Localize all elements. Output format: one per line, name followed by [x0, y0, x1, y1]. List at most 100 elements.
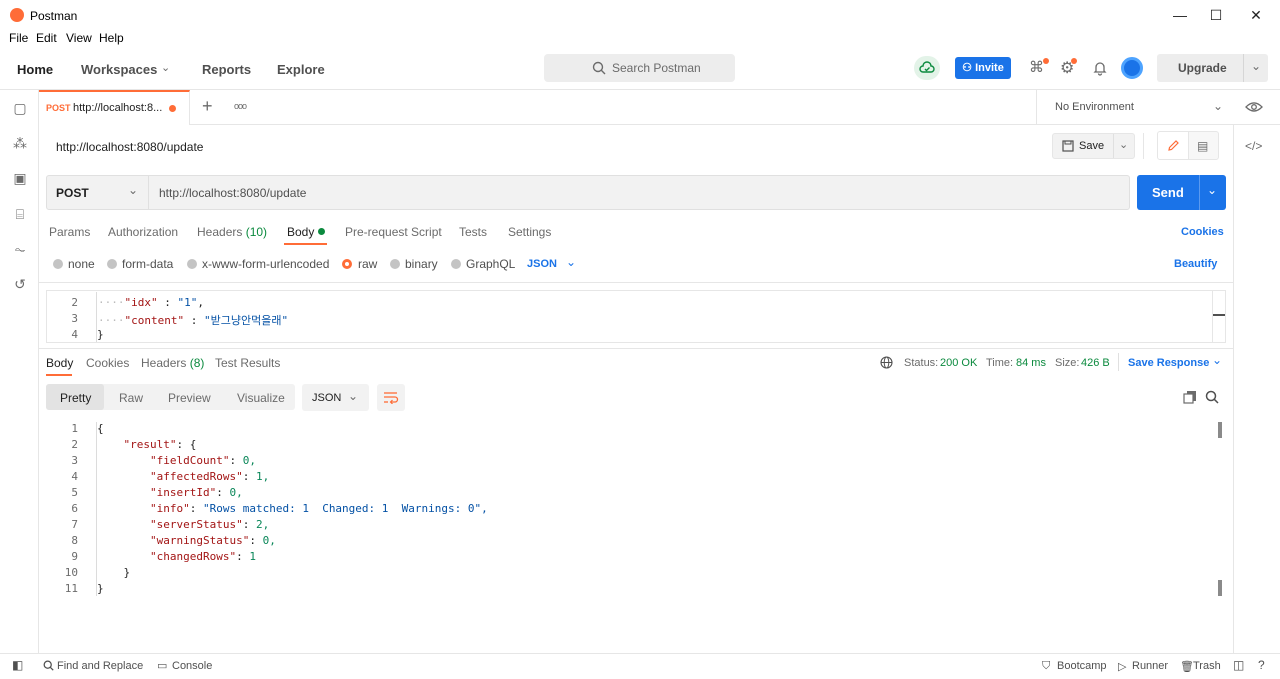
json-value: "받그냥안먹을래"	[203, 314, 289, 327]
apis-icon[interactable]: ⁂	[11, 134, 29, 152]
trash-button[interactable]: Trash	[1193, 660, 1221, 672]
close-button[interactable]: ✕	[1236, 2, 1276, 28]
console-button[interactable]: Console	[172, 660, 212, 672]
environments-icon[interactable]: ▣	[11, 169, 29, 187]
view-raw[interactable]: Raw	[119, 391, 143, 405]
method-select[interactable]: POST ⌄	[46, 175, 149, 210]
nav-workspaces[interactable]: Workspaces	[81, 62, 157, 77]
json-value: "1"	[177, 296, 198, 309]
tab-headers[interactable]: Headers (10)	[197, 225, 267, 239]
line-number: 5	[71, 486, 78, 499]
bell-icon[interactable]	[1092, 60, 1108, 76]
save-button[interactable]: Save ⌄	[1052, 133, 1135, 159]
globe-icon[interactable]	[880, 356, 893, 369]
code-line: "insertId": 0,	[149, 486, 243, 499]
help-icon[interactable]: ?	[1258, 658, 1265, 672]
eye-icon[interactable]	[1245, 101, 1263, 113]
avatar[interactable]	[1121, 57, 1143, 79]
line-number: 1	[71, 422, 78, 435]
tab-settings[interactable]: Settings	[508, 225, 551, 239]
menu-help[interactable]: Help	[99, 31, 124, 45]
view-preview[interactable]: Preview	[168, 391, 211, 405]
response-tab-headers[interactable]: Headers (8)	[141, 356, 204, 370]
radio-binary[interactable]	[390, 259, 400, 269]
chevron-down-icon[interactable]: ⌄	[1119, 138, 1128, 151]
response-format-select[interactable]: JSON ⌄	[302, 384, 369, 411]
cookies-link[interactable]: Cookies	[1181, 226, 1224, 238]
runner-button[interactable]: Runner	[1132, 660, 1168, 672]
radio-raw[interactable]	[342, 259, 352, 269]
chevron-down-icon[interactable]: ⌄	[1207, 183, 1217, 197]
response-tab-body[interactable]: Body	[46, 356, 73, 370]
tab-authorization[interactable]: Authorization	[108, 225, 178, 239]
line-number: 4	[71, 328, 78, 341]
chevron-down-icon[interactable]: ⌄	[566, 255, 576, 269]
view-visualize[interactable]: Visualize	[237, 391, 285, 405]
monitors-icon[interactable]: ⏦	[11, 240, 29, 258]
beautify-link[interactable]: Beautify	[1174, 258, 1217, 270]
response-tab-test-results[interactable]: Test Results	[215, 356, 280, 370]
wrap-lines-button[interactable]	[377, 384, 405, 411]
invite-button[interactable]: ⚇ Invite	[955, 57, 1011, 79]
nav-home[interactable]: Home	[17, 62, 53, 77]
menu-view[interactable]: View	[66, 31, 92, 45]
history-icon[interactable]: ↺	[11, 275, 29, 293]
radio-none[interactable]	[53, 259, 63, 269]
comments-button[interactable]: ▤	[1188, 131, 1219, 160]
menu-file[interactable]: File	[9, 31, 28, 45]
code-line: "affectedRows": 1,	[149, 470, 270, 483]
postman-logo-icon	[10, 8, 24, 22]
two-pane-icon[interactable]: ◫	[1233, 658, 1244, 672]
runner-icon: ▷	[1118, 661, 1127, 673]
satellite-icon[interactable]: ⌘	[1029, 58, 1044, 76]
tab-tests[interactable]: Tests	[459, 225, 487, 239]
mock-servers-icon[interactable]: ⌸	[11, 205, 29, 223]
request-tab[interactable]: POST http://localhost:8...	[39, 90, 190, 125]
collections-icon[interactable]: ▢	[11, 99, 29, 117]
radio-urlencoded-label: x-www-form-urlencoded	[202, 257, 330, 271]
edit-mode-button[interactable]	[1157, 131, 1189, 160]
send-button[interactable]: Send ⌄	[1137, 175, 1226, 210]
menu-edit[interactable]: Edit	[36, 31, 57, 45]
line-number: 11	[64, 582, 78, 595]
request-title[interactable]: http://localhost:8080/update	[56, 140, 203, 154]
environment-selector[interactable]: No Environment ⌄	[1036, 90, 1233, 125]
code-snippet-icon[interactable]: </>	[1245, 139, 1262, 153]
console-icon: ▭	[157, 660, 168, 672]
window-title: Postman	[30, 9, 78, 23]
response-scrollbar-thumb[interactable]	[1218, 422, 1222, 438]
toggle-sidebar-icon[interactable]: ◧	[12, 658, 23, 672]
tab-body[interactable]: Body	[287, 225, 325, 239]
tab-prerequest[interactable]: Pre-request Script	[345, 225, 442, 239]
more-tabs-icon[interactable]: ooo	[234, 101, 247, 111]
save-response-button[interactable]: Save Response	[1128, 357, 1209, 369]
copy-icon[interactable]	[1183, 390, 1197, 404]
nav-reports[interactable]: Reports	[202, 62, 251, 77]
tab-params[interactable]: Params	[49, 225, 90, 239]
radio-graphql-label: GraphQL	[466, 257, 516, 271]
code-line: ····"idx" : "1",	[98, 296, 204, 309]
minimize-button[interactable]: —	[1160, 2, 1200, 28]
radio-urlencoded[interactable]	[187, 259, 197, 269]
maximize-button[interactable]: ☐	[1196, 2, 1236, 28]
editor-scrollbar-thumb[interactable]	[1213, 314, 1225, 316]
tab-method: POST	[46, 103, 71, 113]
search-icon[interactable]	[1205, 390, 1219, 404]
radio-form-data[interactable]	[107, 259, 117, 269]
search-bar[interactable]: Search Postman	[544, 54, 735, 82]
upgrade-button[interactable]: Upgrade ⌄	[1157, 54, 1268, 82]
body-format-select[interactable]: JSON	[527, 258, 557, 270]
radio-raw-label: raw	[358, 257, 378, 271]
chevron-down-icon[interactable]: ⌄	[1251, 59, 1261, 73]
radio-graphql[interactable]	[451, 259, 461, 269]
find-replace-button[interactable]: Find and Replace	[57, 660, 143, 672]
url-input[interactable]: http://localhost:8080/update	[159, 186, 306, 200]
new-tab-button[interactable]: +	[202, 96, 213, 117]
chevron-down-icon[interactable]: ⌄	[1212, 353, 1222, 367]
response-tab-cookies[interactable]: Cookies	[86, 356, 129, 370]
bootcamp-button[interactable]: Bootcamp	[1057, 660, 1107, 672]
view-pretty[interactable]: Pretty	[60, 391, 91, 405]
nav-explore[interactable]: Explore	[277, 62, 325, 77]
unsaved-dot	[169, 105, 176, 112]
sync-status-button[interactable]	[914, 56, 940, 80]
